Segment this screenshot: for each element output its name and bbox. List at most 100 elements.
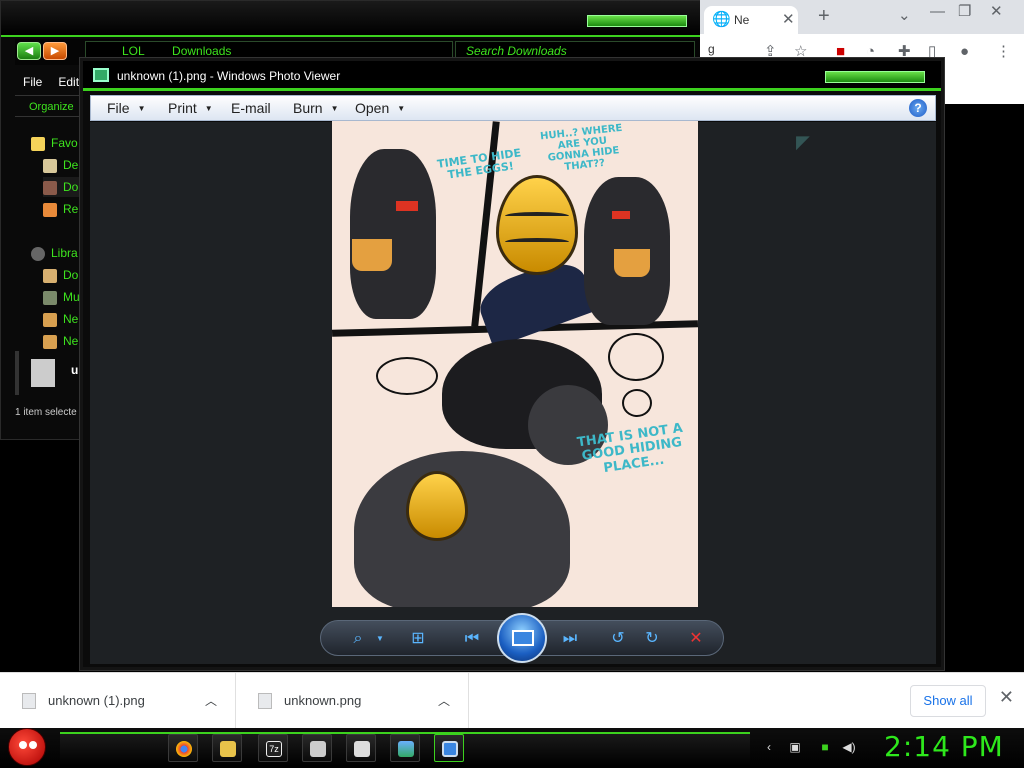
taskbar-chrome[interactable]: [168, 734, 198, 762]
thought-bubble: [376, 357, 438, 395]
bowtie: [612, 211, 630, 219]
taskbar: 7z ‹ ▣ ■ ◀) 2:14 PM: [0, 728, 1024, 768]
taskbar-explorer[interactable]: [212, 734, 242, 762]
breadcrumb-downloads[interactable]: Downloads: [172, 44, 231, 58]
file-thumbnail: [31, 359, 55, 387]
bowtie: [396, 201, 418, 211]
taskbar-app-4[interactable]: [302, 734, 332, 762]
comic-text-1: TIME TO HIDE THE EGGS!: [436, 146, 522, 182]
explorer-status: 1 item selecte: [15, 407, 77, 418]
taskbar-app-6[interactable]: [390, 734, 420, 762]
start-button[interactable]: [8, 728, 46, 766]
taskbar-photo-viewer[interactable]: [434, 734, 464, 762]
close-tab-icon[interactable]: ✕: [782, 10, 795, 30]
battery-icon[interactable]: ■: [818, 740, 832, 754]
explorer-titlebar[interactable]: [1, 1, 707, 37]
globe-icon: 🌐: [712, 11, 731, 28]
nav-desktop[interactable]: De: [43, 155, 78, 175]
previous-icon[interactable]: ⏮: [461, 629, 483, 649]
actual-size-icon[interactable]: ⊞: [407, 629, 429, 649]
bunny-body: [354, 451, 570, 607]
photo-viewer-icon: [442, 741, 458, 757]
chrome-tab[interactable]: 🌐 Ne ✕: [704, 6, 798, 34]
show-hidden-icon[interactable]: ‹: [762, 740, 776, 754]
menu-file[interactable]: File: [23, 75, 42, 89]
computer-icon: [310, 741, 326, 757]
golden-egg: [496, 175, 578, 275]
restore-icon[interactable]: ❐: [958, 2, 971, 22]
tab-search-icon[interactable]: ⌄: [898, 6, 911, 26]
chevron-up-icon[interactable]: ︿: [205, 673, 217, 729]
chevron-up-icon[interactable]: ︿: [438, 673, 450, 729]
next-icon[interactable]: ⏭: [559, 629, 581, 649]
url-fragment[interactable]: g: [708, 42, 715, 56]
nav-favorites[interactable]: Favo: [31, 133, 78, 153]
rotate-clockwise-icon[interactable]: ↻: [641, 629, 663, 649]
show-all-button[interactable]: Show all: [910, 685, 986, 717]
archive-icon: 7z: [266, 741, 282, 757]
profile-avatar-icon[interactable]: ●: [960, 42, 969, 62]
bunny-character: [350, 149, 436, 319]
chrome-menu-icon[interactable]: ⋮: [996, 42, 1011, 62]
viewer-window-controls[interactable]: [825, 71, 925, 83]
breadcrumb-lol[interactable]: LOL: [122, 44, 145, 58]
nav-documents[interactable]: Do: [43, 265, 78, 285]
download-item[interactable]: unknown.png ︿: [236, 673, 469, 729]
nav-libraries[interactable]: Libra: [31, 243, 78, 263]
nav-new-1[interactable]: Ne: [43, 309, 78, 329]
comic-image: TIME TO HIDE THE EGGS! HUH..? WHERE ARE …: [332, 121, 698, 607]
organize-button[interactable]: Organize: [15, 95, 85, 117]
menu-burn[interactable]: Burn ▼: [293, 96, 339, 121]
basket: [352, 239, 392, 271]
explorer-window-controls[interactable]: [587, 15, 687, 27]
photo-viewer-app-icon: [93, 68, 109, 82]
photo-viewer-titlebar[interactable]: unknown (1).png - Windows Photo Viewer: [83, 61, 941, 91]
clock[interactable]: 2:14 PM: [884, 730, 1004, 763]
control-panel-icon: [398, 741, 414, 757]
close-window-icon[interactable]: ✕: [990, 2, 1003, 22]
desktop-icon: [43, 158, 57, 173]
documents-icon: [43, 268, 57, 283]
network-icon[interactable]: ▣: [788, 740, 802, 754]
star-icon: [31, 136, 45, 151]
back-icon[interactable]: ◀: [17, 42, 41, 60]
menu-print[interactable]: Print ▼: [168, 96, 213, 121]
volume-icon[interactable]: ◀): [842, 740, 856, 754]
rotate-counterclockwise-icon[interactable]: ↺: [607, 629, 629, 649]
dropdown-arrow-icon: ▼: [397, 104, 406, 113]
download-item[interactable]: unknown (1).png ︿: [0, 673, 236, 729]
menu-email[interactable]: E-mail: [231, 96, 271, 120]
cursor-icon: ◤: [796, 132, 810, 152]
menu-file[interactable]: File ▼: [107, 96, 145, 121]
thought-bubble: [608, 333, 664, 381]
eye: [29, 741, 37, 749]
help-icon[interactable]: ?: [909, 99, 927, 117]
photo-viewer-window: unknown (1).png - Windows Photo Viewer F…: [80, 58, 944, 670]
eye: [19, 741, 27, 749]
forward-icon[interactable]: ▶: [43, 42, 67, 60]
close-icon[interactable]: ✕: [999, 687, 1014, 708]
minimize-icon[interactable]: —: [930, 2, 945, 22]
file-icon: [22, 693, 36, 709]
file-item[interactable]: unl: [15, 351, 89, 395]
delete-icon[interactable]: ✕: [685, 629, 707, 649]
recent-icon: [43, 202, 57, 217]
dropdown-arrow-icon: ▼: [137, 104, 146, 113]
nav-recent[interactable]: Re: [43, 199, 78, 219]
dropdown-arrow-icon: ▼: [330, 104, 339, 113]
taskbar-app-5[interactable]: [346, 734, 376, 762]
viewer-controls: ⌕ ▼ ⊞ ⏮ ⏭ ↺ ↻ ✕: [320, 613, 724, 663]
taskbar-7zip[interactable]: 7z: [258, 734, 288, 762]
zoom-icon[interactable]: ⌕: [347, 629, 369, 649]
slideshow-button[interactable]: [497, 613, 547, 663]
window-title: unknown (1).png - Windows Photo Viewer: [117, 69, 341, 83]
image-canvas[interactable]: TIME TO HIDE THE EGGS! HUH..? WHERE ARE …: [90, 121, 936, 664]
zoom-dropdown-icon[interactable]: ▼: [369, 629, 391, 649]
nav-music[interactable]: Mu: [43, 287, 80, 307]
nav-new-2[interactable]: Ne: [43, 331, 78, 351]
system-tray: ‹ ▣ ■ ◀): [756, 734, 876, 762]
menu-edit[interactable]: Edit: [58, 75, 79, 89]
new-tab-icon[interactable]: +: [818, 6, 830, 26]
folder-icon: [43, 312, 57, 327]
menu-open[interactable]: Open ▼: [355, 96, 405, 121]
